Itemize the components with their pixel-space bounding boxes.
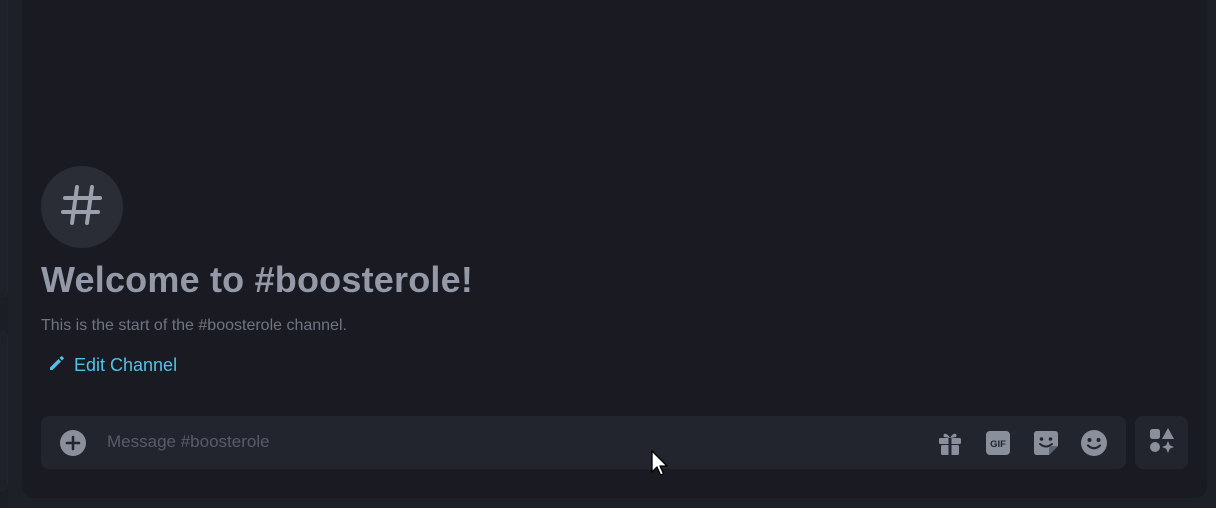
welcome-subtitle: This is the start of the #boosterole cha…: [41, 317, 347, 334]
gif-icon-label: GIF: [990, 439, 1006, 450]
pencil-icon: [48, 354, 66, 377]
hash-icon: [59, 182, 105, 233]
sidebar-panel-bottom: [0, 330, 8, 492]
sticker-icon[interactable]: [1031, 428, 1061, 458]
message-input[interactable]: [107, 428, 917, 456]
emoji-icon[interactable]: [1079, 428, 1109, 458]
plus-circle-icon[interactable]: [59, 429, 87, 457]
sidebar-panel-top: [0, 0, 8, 298]
apps-button[interactable]: [1135, 416, 1188, 469]
server-sidebar-edge: [0, 0, 8, 508]
mouse-pointer-icon: [651, 450, 671, 478]
welcome-title: Welcome to #boosterole!: [41, 259, 474, 300]
apps-icon: [1148, 426, 1176, 459]
edit-channel-label: Edit Channel: [74, 355, 178, 375]
gift-icon[interactable]: [935, 428, 965, 458]
channel-hash-avatar: [41, 166, 123, 248]
app-window: Welcome to #boosterole! This is the star…: [0, 0, 1216, 508]
edit-channel-button[interactable]: Edit Channel: [48, 354, 177, 377]
message-composer: GIF: [41, 416, 1126, 469]
gif-icon[interactable]: GIF: [983, 428, 1013, 458]
